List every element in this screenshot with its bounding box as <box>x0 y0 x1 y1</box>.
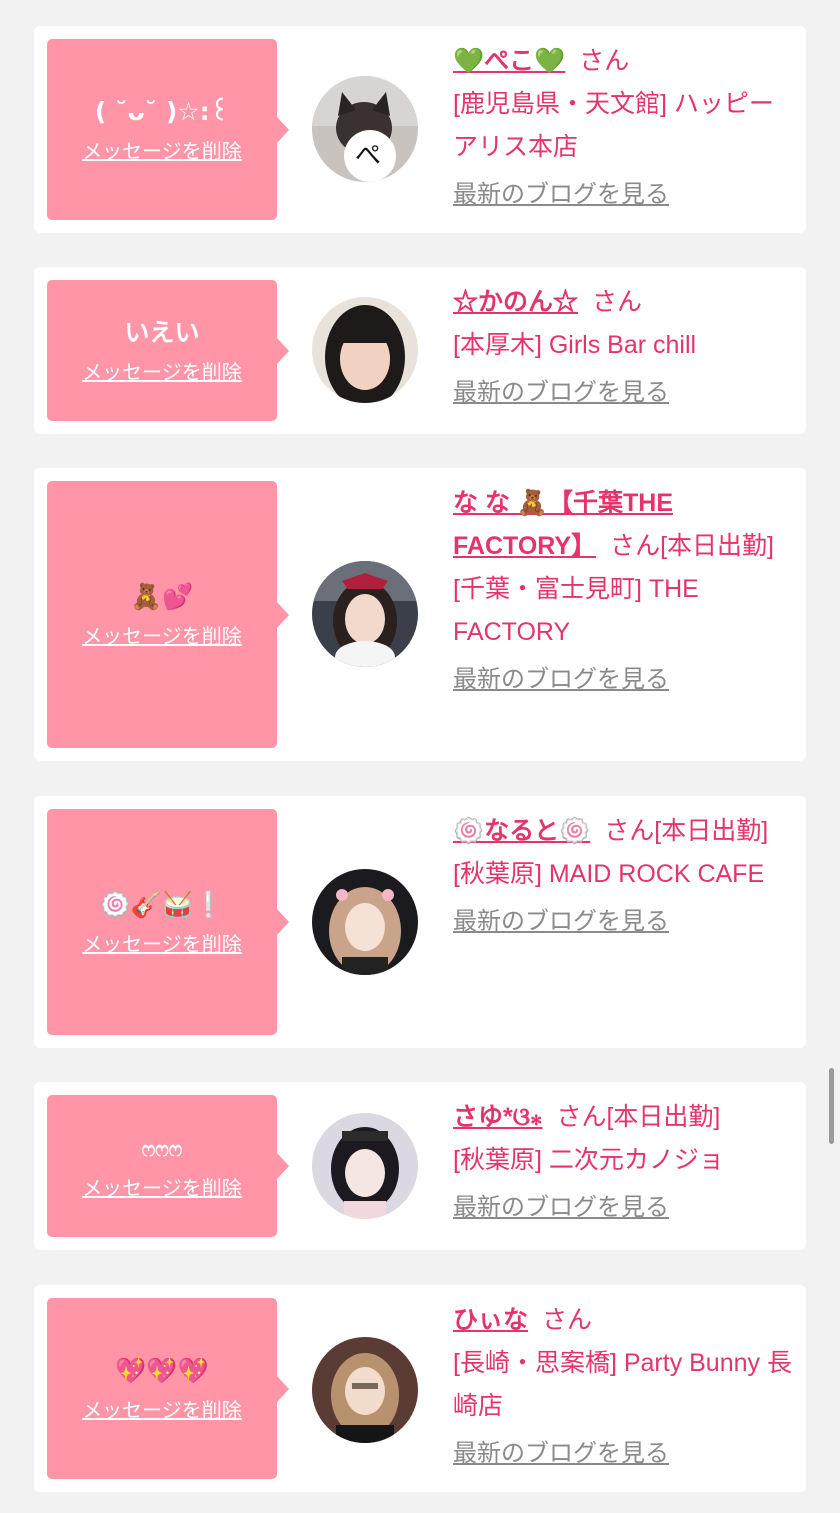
message-text: 🍥🎸🥁❕ <box>99 889 225 919</box>
avatar[interactable] <box>312 1113 418 1219</box>
message-bubble: 🧸💕 メッセージを削除 <box>47 481 289 748</box>
honorific: さん <box>579 47 630 75</box>
message-bubble: いえい メッセージを削除 <box>47 280 289 421</box>
user-info: 🍥なると🍥 さん[本日出勤] [秋葉原] MAID ROCK CAFE 最新のブロ… <box>453 810 793 942</box>
shop-name: [長崎・思案橋] Party Bunny 長崎店 <box>453 1349 792 1420</box>
status-badge: [本日出勤] <box>654 817 769 845</box>
scrollbar[interactable] <box>829 1068 834 1144</box>
message-text: 💖💖💖 <box>115 1356 209 1385</box>
message-text: ෆෆෆ <box>141 1136 183 1161</box>
honorific: さん <box>592 288 643 316</box>
avatar[interactable] <box>312 869 418 975</box>
avatar[interactable]: ぺ <box>312 76 418 182</box>
latest-blog-link[interactable]: 最新のブログを見る <box>453 902 793 942</box>
avatar[interactable] <box>312 561 418 667</box>
delete-message-link[interactable]: メッセージを削除 <box>82 1394 242 1423</box>
message-card: ෆෆෆ メッセージを削除 さゆ*ଓ⁎ さん[本日出勤] [秋葉原] 二次元カノジョ… <box>34 1082 806 1250</box>
latest-blog-link[interactable]: 最新のブログを見る <box>453 175 793 215</box>
svg-text:ぺ: ぺ <box>355 141 381 171</box>
latest-blog-link[interactable]: 最新のブログを見る <box>453 1434 793 1474</box>
message-text: ( ˘ᴗ˘ )☆:꒰ <box>94 97 230 126</box>
status-badge: [本日出勤] <box>660 532 774 560</box>
message-bubble: 🍥🎸🥁❕ メッセージを削除 <box>47 809 289 1035</box>
message-card: いえい メッセージを削除 ☆かのん☆ さん [本厚木] Girls Bar chi… <box>34 267 806 434</box>
honorific: さん <box>610 532 661 560</box>
shop-name: [鹿児島県・天文館] ハッピーアリス本店 <box>453 90 774 161</box>
shop-name: [千葉・富士見町] THE FACTORY <box>453 575 699 646</box>
message-card: 💖💖💖 メッセージを削除 ひぃな さん [長崎・思案橋] Party Bunny … <box>34 1285 806 1492</box>
user-info: ひぃな さん [長崎・思案橋] Party Bunny 長崎店 最新のブログを見る <box>453 1299 793 1474</box>
user-name-link[interactable]: さゆ*ଓ⁎ <box>453 1103 542 1131</box>
user-name-link[interactable]: ひぃな <box>453 1306 528 1334</box>
user-info: 💚ぺこ💚 さん [鹿児島県・天文館] ハッピーアリス本店 最新のブログを見る <box>453 40 793 215</box>
shop-name: [秋葉原] 二次元カノジョ <box>453 1146 724 1174</box>
user-info: ☆かのん☆ さん [本厚木] Girls Bar chill 最新のブログを見る <box>453 281 793 413</box>
message-bubble: ෆෆෆ メッセージを削除 <box>47 1095 289 1237</box>
latest-blog-link[interactable]: 最新のブログを見る <box>453 373 793 413</box>
status-badge: [本日出勤] <box>606 1103 721 1131</box>
message-card: 🍥🎸🥁❕ メッセージを削除 🍥なると🍥 さん[本日出勤] [秋葉原] MAID R… <box>34 796 806 1048</box>
shop-name: [本厚木] Girls Bar chill <box>453 331 697 359</box>
delete-message-link[interactable]: メッセージを削除 <box>82 1172 242 1201</box>
user-info: な な 🧸【千葉THE FACTORY】 さん[本日出勤] [千葉・富士見町] T… <box>453 482 793 700</box>
message-card: 🧸💕 メッセージを削除 な な 🧸【千葉THE FACTORY】 さん[本日出勤]… <box>34 468 806 761</box>
message-text: いえい <box>124 318 200 347</box>
latest-blog-link[interactable]: 最新のブログを見る <box>453 660 793 700</box>
honorific: さん <box>604 817 655 845</box>
user-name-link[interactable]: ☆かのん☆ <box>453 288 578 316</box>
user-name-link[interactable]: 🍥なると🍥 <box>453 817 590 845</box>
delete-message-link[interactable]: メッセージを削除 <box>82 135 242 164</box>
message-bubble: ( ˘ᴗ˘ )☆:꒰ メッセージを削除 <box>47 39 289 220</box>
user-name-link[interactable]: 💚ぺこ💚 <box>453 47 565 75</box>
delete-message-link[interactable]: メッセージを削除 <box>82 928 242 957</box>
delete-message-link[interactable]: メッセージを削除 <box>82 356 242 385</box>
delete-message-link[interactable]: メッセージを削除 <box>82 620 242 649</box>
message-bubble: 💖💖💖 メッセージを削除 <box>47 1298 289 1479</box>
honorific: さん <box>542 1306 593 1334</box>
message-card: ( ˘ᴗ˘ )☆:꒰ メッセージを削除 ぺ 💚ぺこ💚 さん [鹿児島県・天文館] … <box>34 26 806 233</box>
honorific: さん <box>556 1103 607 1131</box>
shop-name: [秋葉原] MAID ROCK CAFE <box>453 860 765 888</box>
message-text: 🧸💕 <box>130 582 194 611</box>
user-info: さゆ*ଓ⁎ さん[本日出勤] [秋葉原] 二次元カノジョ 最新のブログを見る <box>453 1096 793 1228</box>
avatar[interactable] <box>312 1337 418 1443</box>
latest-blog-link[interactable]: 最新のブログを見る <box>453 1188 793 1228</box>
avatar[interactable] <box>312 297 418 403</box>
